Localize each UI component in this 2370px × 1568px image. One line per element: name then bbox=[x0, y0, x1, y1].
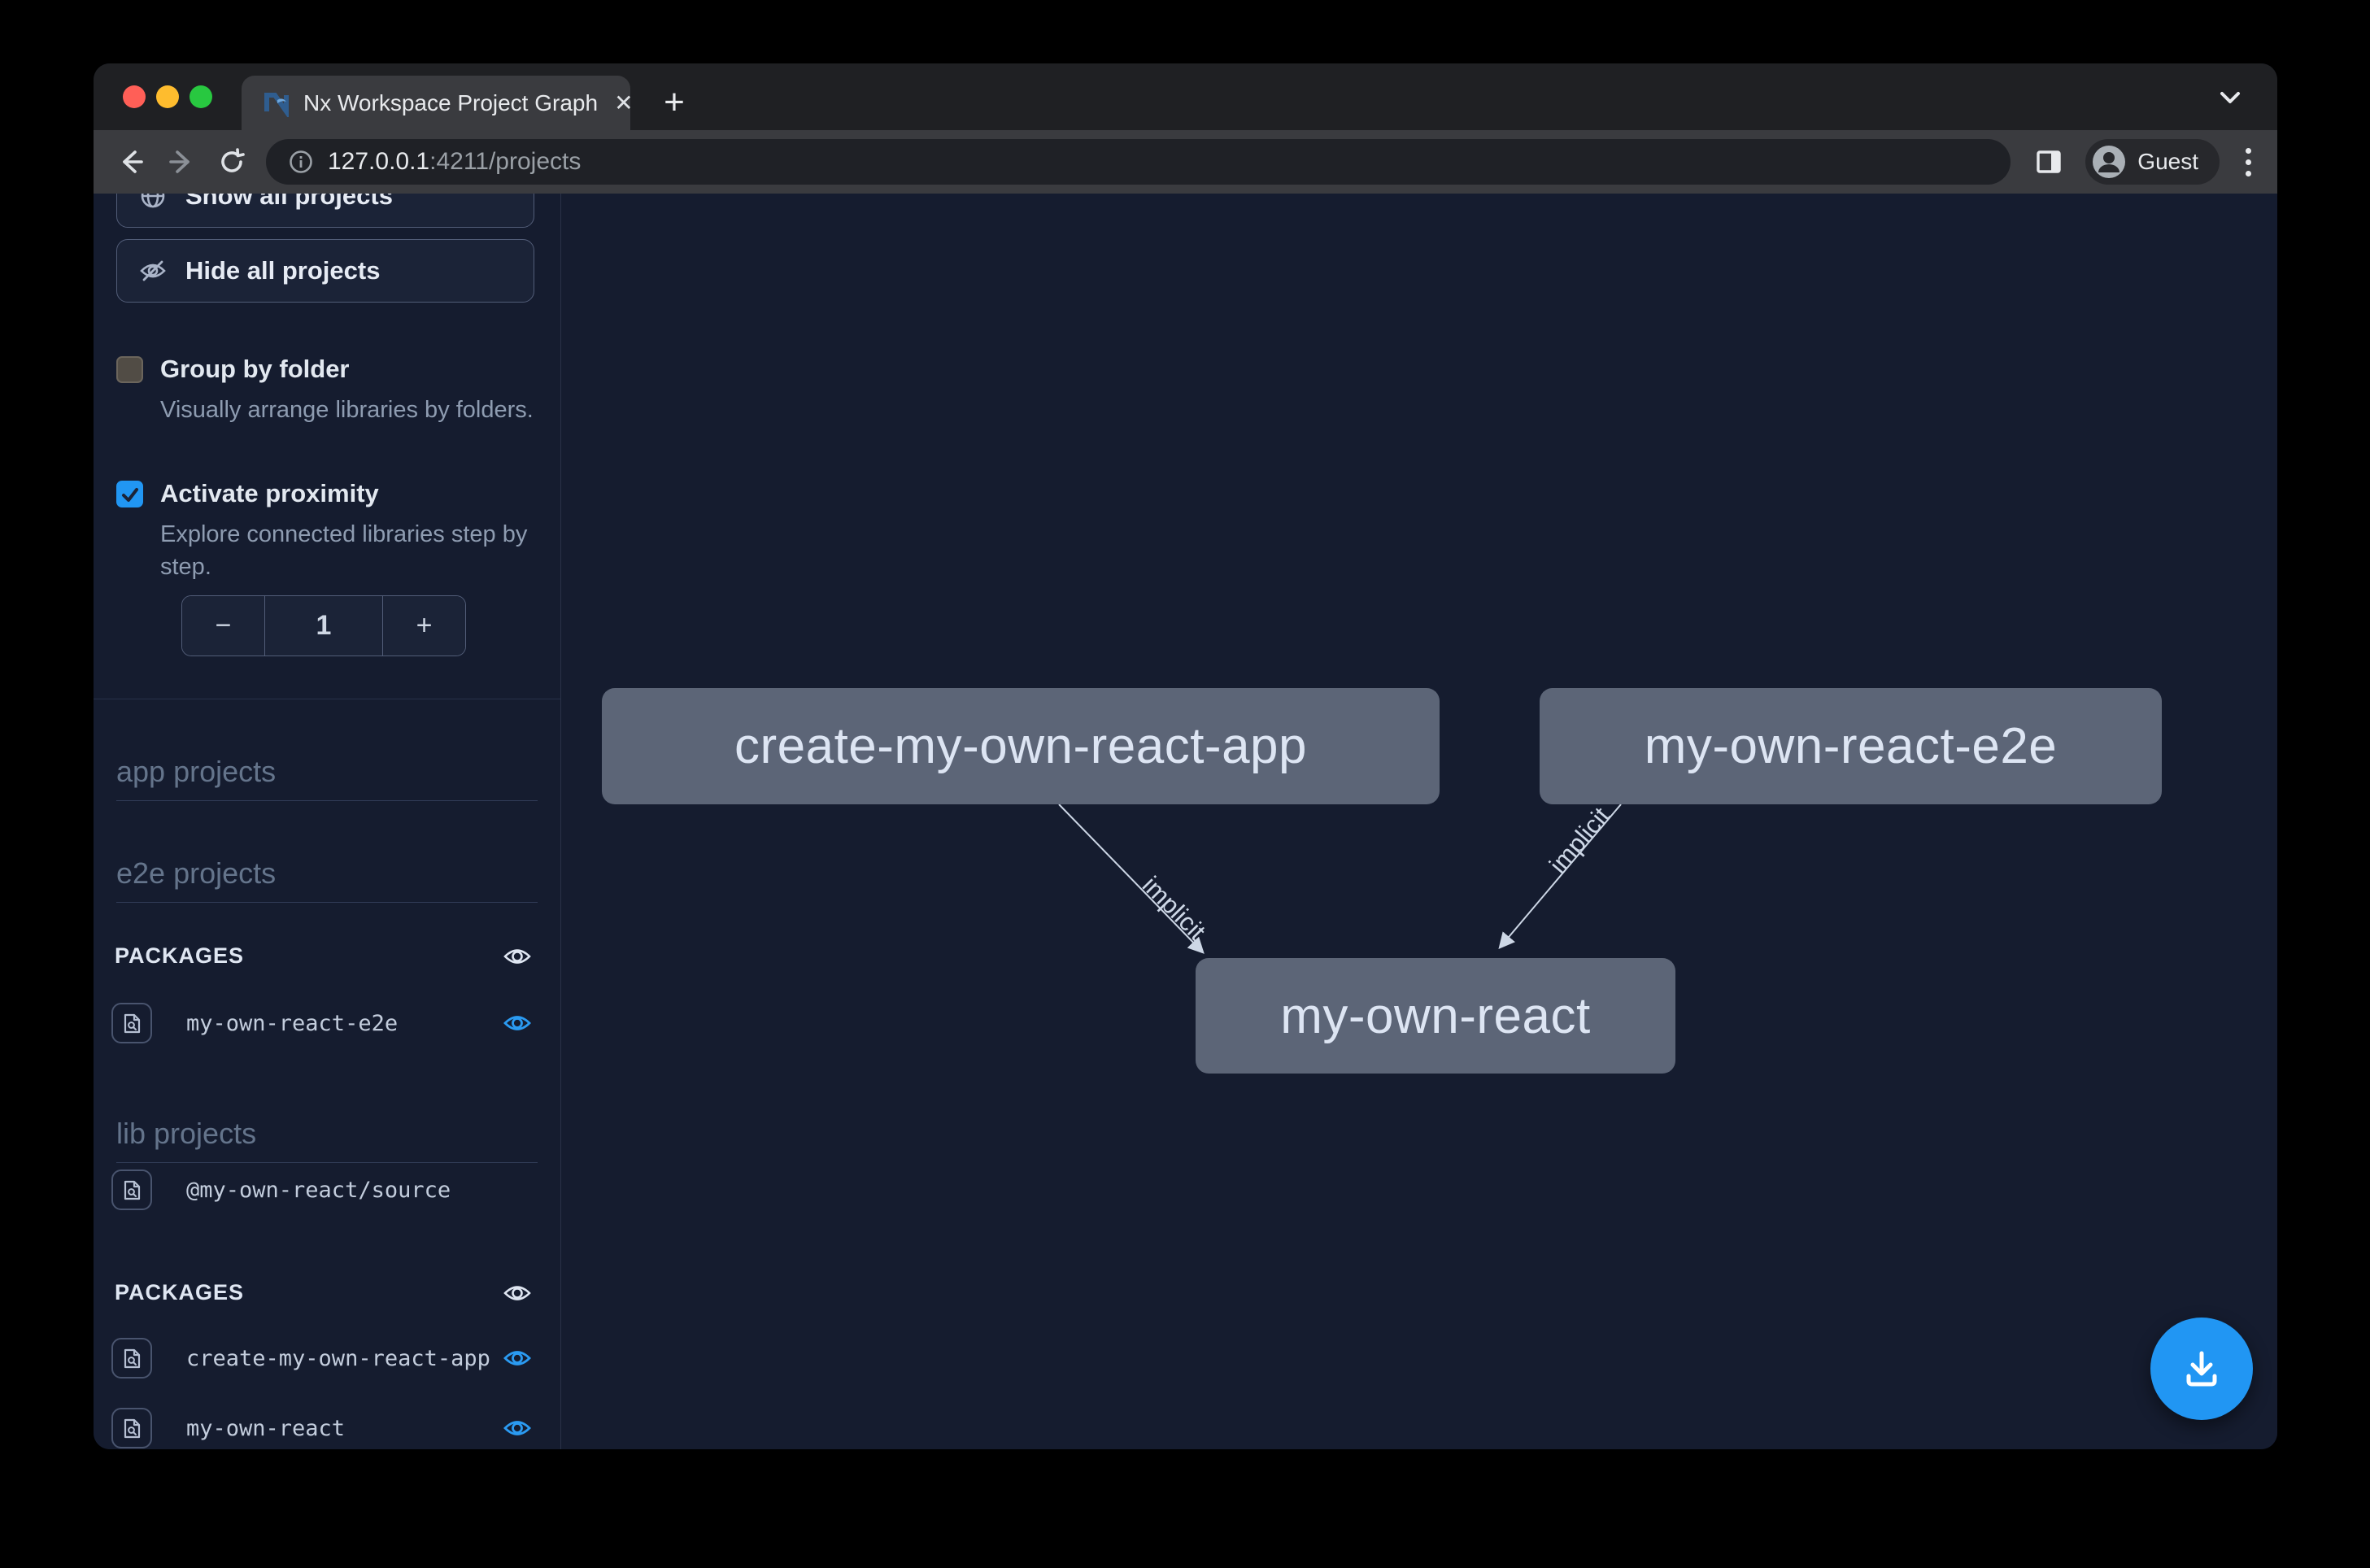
url-host: 127.0.0.1 bbox=[328, 148, 429, 175]
browser-tab[interactable]: Nx Workspace Project Graph ✕ bbox=[242, 76, 630, 130]
download-icon bbox=[2180, 1347, 2224, 1391]
eye-off-icon bbox=[138, 256, 168, 285]
url-text: 127.0.0.1:4211/projects bbox=[328, 148, 581, 176]
project-item-label[interactable]: my-own-react bbox=[186, 1416, 503, 1441]
address-bar[interactable]: 127.0.0.1:4211/projects bbox=[266, 139, 2011, 185]
browser-menu-icon[interactable] bbox=[2241, 143, 2256, 181]
project-item-label[interactable]: my-own-react-e2e bbox=[186, 1011, 503, 1036]
url-path: :4211/projects bbox=[429, 148, 581, 175]
focused-eye-icon[interactable] bbox=[503, 1348, 531, 1369]
browser-window: Nx Workspace Project Graph ✕ + bbox=[94, 63, 2277, 1449]
file-search-icon bbox=[111, 1169, 152, 1210]
desktop-background: Nx Workspace Project Graph ✕ + bbox=[0, 0, 2370, 1568]
show-all-projects-label: Show all projects bbox=[185, 194, 393, 211]
globe-icon bbox=[138, 194, 168, 211]
graph-node-my-own-react-e2e[interactable]: my-own-react-e2e bbox=[1540, 688, 2162, 804]
packages-section-row: PACKAGES bbox=[115, 1280, 531, 1305]
file-search-icon bbox=[111, 1003, 152, 1043]
project-item-my-own-react-e2e[interactable]: my-own-react-e2e bbox=[111, 1003, 531, 1043]
site-info-icon[interactable] bbox=[289, 150, 313, 174]
edge-label-implicit: implicit bbox=[1544, 802, 1615, 879]
activate-proximity-description: Explore connected libraries step by step… bbox=[160, 518, 561, 583]
toggle-all-visibility-eye-icon[interactable] bbox=[503, 946, 531, 967]
e2e-projects-header: e2e projects bbox=[116, 856, 538, 903]
chevron-down-icon[interactable] bbox=[2215, 86, 2245, 109]
packages-section-row: PACKAGES bbox=[115, 943, 531, 969]
project-item-create-my-own-react-app[interactable]: create-my-own-react-app bbox=[111, 1338, 531, 1379]
decrement-button[interactable]: − bbox=[182, 596, 265, 656]
project-item-label[interactable]: create-my-own-react-app bbox=[186, 1346, 503, 1371]
graph-node-create-my-own-react-app[interactable]: create-my-own-react-app bbox=[602, 688, 1440, 804]
tab-strip: Nx Workspace Project Graph ✕ + bbox=[94, 63, 2277, 130]
minimize-window-button[interactable] bbox=[156, 85, 179, 108]
hide-all-projects-label: Hide all projects bbox=[185, 256, 380, 285]
graph-edges: implicit implicit bbox=[561, 194, 2277, 1449]
graph-node-my-own-react[interactable]: my-own-react bbox=[1196, 958, 1675, 1074]
project-item-label[interactable]: @my-own-react/source bbox=[186, 1178, 531, 1203]
back-icon[interactable] bbox=[115, 146, 147, 178]
file-search-icon bbox=[111, 1338, 152, 1379]
activate-proximity-label[interactable]: Activate proximity bbox=[160, 479, 379, 508]
focused-eye-icon[interactable] bbox=[503, 1013, 531, 1034]
profile-button[interactable]: Guest bbox=[2085, 139, 2220, 185]
new-tab-button[interactable]: + bbox=[653, 81, 695, 124]
avatar-icon bbox=[2092, 145, 2126, 179]
tab-close-icon[interactable]: ✕ bbox=[611, 89, 636, 118]
group-by-folder-checkbox[interactable] bbox=[116, 356, 143, 383]
project-item-my-own-react[interactable]: my-own-react bbox=[111, 1408, 531, 1448]
toggle-all-visibility-eye-icon[interactable] bbox=[503, 1283, 531, 1304]
download-graph-button[interactable] bbox=[2150, 1318, 2253, 1420]
packages-header: PACKAGES bbox=[115, 943, 244, 969]
profile-label: Guest bbox=[2137, 149, 2198, 175]
project-graph-canvas[interactable]: implicit implicit create-my-own-react-ap… bbox=[561, 194, 2277, 1449]
nx-favicon bbox=[263, 89, 290, 117]
project-item-my-own-react-source[interactable]: @my-own-react/source bbox=[111, 1169, 531, 1210]
page-content: Show all projects Hide all projects Grou… bbox=[94, 194, 2277, 1449]
tab-title: Nx Workspace Project Graph bbox=[303, 90, 598, 116]
edge-label-implicit: implicit bbox=[1137, 871, 1212, 946]
reload-icon[interactable] bbox=[216, 146, 248, 178]
lib-projects-header: lib projects bbox=[116, 1117, 538, 1163]
proximity-depth-stepper: − 1 + bbox=[181, 595, 466, 656]
activate-proximity-checkbox[interactable] bbox=[116, 481, 143, 507]
fullscreen-window-button[interactable] bbox=[190, 85, 212, 108]
packages-header: PACKAGES bbox=[115, 1280, 244, 1305]
file-search-icon bbox=[111, 1408, 152, 1448]
group-by-folder-label[interactable]: Group by folder bbox=[160, 355, 350, 384]
focused-eye-icon[interactable] bbox=[503, 1418, 531, 1439]
show-all-projects-button[interactable]: Show all projects bbox=[116, 194, 534, 228]
proximity-depth-value: 1 bbox=[265, 596, 382, 656]
forward-icon[interactable] bbox=[165, 146, 198, 178]
side-panel-icon[interactable] bbox=[2035, 148, 2063, 176]
hide-all-projects-button[interactable]: Hide all projects bbox=[116, 239, 534, 303]
sidebar: Show all projects Hide all projects Grou… bbox=[94, 194, 561, 1449]
checkmark-icon bbox=[120, 485, 140, 504]
traffic-lights bbox=[123, 85, 212, 108]
close-window-button[interactable] bbox=[123, 85, 146, 108]
increment-button[interactable]: + bbox=[382, 596, 465, 656]
browser-toolbar: 127.0.0.1:4211/projects Guest bbox=[94, 130, 2277, 194]
app-projects-header: app projects bbox=[116, 755, 538, 801]
group-by-folder-description: Visually arrange libraries by folders. bbox=[160, 394, 561, 426]
